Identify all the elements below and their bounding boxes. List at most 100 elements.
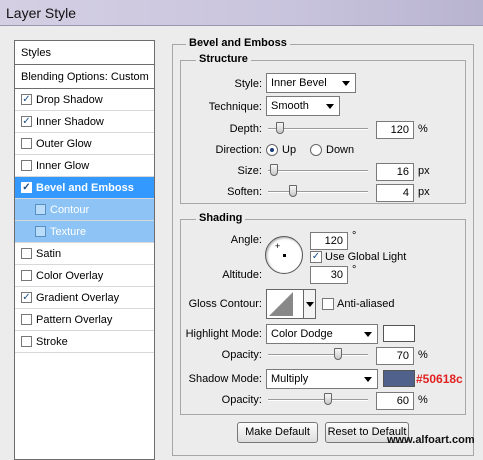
style-item-label: Inner Glow [36, 159, 90, 172]
global-light-checkbox[interactable]: ✓ [310, 251, 322, 263]
direction-up-radio[interactable] [266, 144, 278, 156]
depth-slider[interactable] [268, 122, 368, 134]
highlight-mode-select[interactable]: Color Dodge [266, 324, 378, 344]
styles-header[interactable]: Styles [15, 41, 154, 65]
structure-title: Structure [196, 53, 251, 65]
depth-slider-thumb[interactable] [276, 122, 284, 134]
style-item-bevel-and-emboss[interactable]: ✓ Bevel and Emboss [15, 177, 154, 199]
size-label: Size: [237, 165, 262, 177]
style-item-color-overlay[interactable]: Color Overlay [15, 265, 154, 287]
highlight-mode-value: Color Dodge [271, 328, 333, 340]
direction-down-radio[interactable] [310, 144, 322, 156]
style-item-checkbox[interactable] [21, 270, 32, 281]
chevron-down-icon [364, 332, 372, 337]
highlight-color-swatch[interactable] [383, 325, 415, 342]
bevel-emboss-title: Bevel and Emboss [186, 37, 290, 49]
depth-input[interactable]: 120 [376, 121, 414, 139]
shadow-opacity-unit: % [418, 394, 428, 406]
highlight-mode-label: Highlight Mode: [185, 328, 262, 340]
styles-header-label: Styles [21, 46, 51, 59]
shadow-mode-select[interactable]: Multiply [266, 369, 378, 389]
angle-dial[interactable]: + [265, 236, 303, 274]
style-item-satin[interactable]: Satin [15, 243, 154, 265]
crosshair-icon: + [275, 241, 281, 251]
style-item-label: Contour [50, 203, 90, 216]
shadow-color-swatch[interactable] [383, 370, 415, 387]
angle-input[interactable]: 120 [310, 232, 348, 250]
chevron-down-icon [326, 104, 334, 109]
style-item-label: Bevel and Emboss [36, 181, 134, 194]
watermark: www.alfoart.com [387, 434, 475, 446]
size-slider[interactable] [268, 164, 368, 176]
size-slider-thumb[interactable] [270, 164, 278, 176]
style-item-pattern-overlay[interactable]: Pattern Overlay [15, 309, 154, 331]
style-item-checkbox[interactable] [21, 248, 32, 259]
style-item-checkbox[interactable]: ✓ [21, 94, 32, 105]
shadow-opacity-thumb[interactable] [324, 393, 332, 405]
shadow-mode-label: Shadow Mode: [188, 373, 262, 385]
technique-select[interactable]: Smooth [266, 96, 340, 116]
style-item-checkbox[interactable] [21, 314, 32, 325]
soften-slider[interactable] [268, 185, 368, 197]
style-item-label: Texture [50, 225, 87, 238]
soften-label: Soften: [227, 186, 262, 198]
size-input[interactable]: 16 [376, 163, 414, 181]
style-item-checkbox[interactable] [21, 138, 32, 149]
shadow-color-annotation: #50618c [416, 372, 463, 386]
highlight-opacity-input[interactable]: 70 [376, 347, 414, 365]
style-item-checkbox[interactable] [21, 160, 32, 171]
shadow-opacity-input[interactable]: 60 [376, 392, 414, 410]
highlight-opacity-label: Opacity: [221, 349, 262, 361]
style-item-label: Pattern Overlay [36, 313, 113, 326]
style-item-stroke[interactable]: Stroke [15, 331, 154, 353]
style-value: Inner Bevel [271, 77, 327, 89]
direction-label: Direction: [215, 144, 262, 156]
style-item-contour[interactable]: Contour [15, 199, 154, 221]
altitude-label: Altitude: [222, 269, 262, 281]
gloss-contour-dropdown[interactable] [304, 289, 316, 319]
window-title: Layer Style [6, 5, 77, 21]
style-item-checkbox[interactable] [35, 226, 46, 237]
style-item-outer-glow[interactable]: Outer Glow [15, 133, 154, 155]
depth-unit: % [418, 123, 428, 135]
gloss-contour-preview[interactable] [266, 289, 304, 319]
anti-aliased-label: Anti-aliased [337, 298, 395, 310]
style-item-checkbox[interactable]: ✓ [21, 292, 32, 303]
style-item-inner-shadow[interactable]: ✓ Inner Shadow [15, 111, 154, 133]
shadow-mode-value: Multiply [271, 373, 309, 385]
soften-input[interactable]: 4 [376, 184, 414, 202]
style-item-checkbox[interactable]: ✓ [21, 116, 32, 127]
soften-slider-thumb[interactable] [289, 185, 297, 197]
style-item-drop-shadow[interactable]: ✓ Drop Shadow [15, 89, 154, 111]
chevron-down-icon [364, 377, 372, 382]
highlight-opacity-thumb[interactable] [334, 348, 342, 360]
direction-up-label: Up [282, 144, 297, 156]
style-item-texture[interactable]: Texture [15, 221, 154, 243]
style-item-label: Satin [36, 247, 62, 260]
size-unit: px [418, 165, 430, 177]
direction-down-label: Down [326, 144, 355, 156]
technique-label: Technique: [208, 101, 262, 113]
shading-title: Shading [196, 212, 246, 224]
anti-aliased-checkbox[interactable] [322, 298, 334, 310]
style-item-inner-glow[interactable]: Inner Glow [15, 155, 154, 177]
style-item-gradient-overlay[interactable]: ✓ Gradient Overlay [15, 287, 154, 309]
style-item-checkbox[interactable] [21, 336, 32, 347]
style-label: Style: [234, 78, 262, 90]
style-item-label: Gradient Overlay [36, 291, 120, 304]
soften-unit: px [418, 186, 430, 198]
style-item-checkbox[interactable] [35, 204, 46, 215]
shadow-opacity-slider[interactable] [268, 393, 368, 405]
altitude-input[interactable]: 30 [310, 266, 348, 284]
blending-options[interactable]: Blending Options: Custom [15, 65, 154, 89]
angle-dot [283, 254, 286, 257]
style-item-label: Drop Shadow [36, 93, 103, 106]
style-select[interactable]: Inner Bevel [266, 73, 356, 93]
make-default-button[interactable]: Make Default [237, 422, 318, 443]
highlight-opacity-slider[interactable] [268, 348, 368, 360]
style-item-label: Inner Shadow [36, 115, 104, 128]
gloss-contour-label: Gloss Contour: [188, 298, 262, 310]
style-item-checkbox[interactable]: ✓ [21, 182, 32, 193]
depth-label: Depth: [229, 123, 262, 135]
angle-unit: ° [352, 230, 357, 242]
